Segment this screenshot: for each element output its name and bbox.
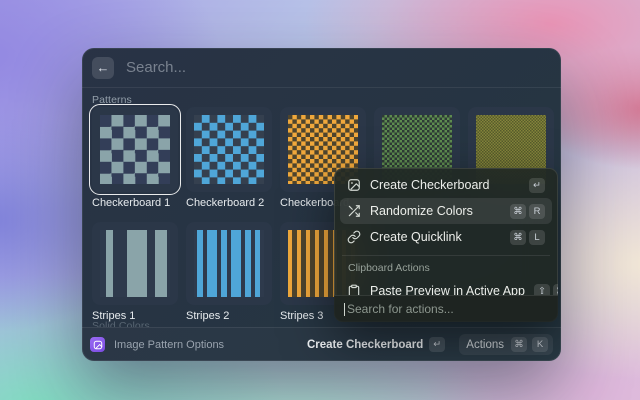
r-key-badge: R	[529, 204, 545, 219]
tile-stripes-1[interactable]	[92, 222, 178, 305]
menu-item-create-checkerboard[interactable]: Create Checkerboard ↵	[340, 172, 552, 198]
cmd-key-badge: ⌘	[510, 204, 526, 219]
actions-menu: Create Checkerboard ↵ Randomize Colors ⌘…	[334, 168, 558, 322]
tile-label: Checkerboard 2	[186, 197, 264, 209]
actions-menu-list: Create Checkerboard ↵ Randomize Colors ⌘…	[334, 168, 558, 295]
image-icon	[347, 178, 361, 192]
return-key-badge: ↵	[429, 337, 445, 352]
actions-label: Actions	[464, 339, 506, 351]
cmd-key-badge: ⌘	[553, 284, 558, 296]
image-icon	[93, 340, 103, 350]
stripes-pattern	[100, 230, 170, 297]
app-icon	[90, 337, 105, 352]
cmd-key-badge: ⌘	[511, 337, 527, 352]
return-key-badge: ↵	[529, 178, 545, 193]
menu-section-clipboard-actions: Clipboard Actions	[348, 262, 544, 274]
menu-item-randomize-colors[interactable]: Randomize Colors ⌘ R	[340, 198, 552, 224]
k-key-badge: K	[532, 337, 548, 352]
actions-search-field[interactable]: Search for actions...	[334, 295, 558, 322]
menu-item-create-quicklink[interactable]: Create Quicklink ⌘ L	[340, 224, 552, 250]
actions-button[interactable]: Actions ⌘ K	[459, 334, 553, 355]
link-icon	[347, 230, 361, 244]
back-icon: ←	[97, 60, 110, 75]
checkerboard-pattern	[100, 115, 170, 184]
primary-action-label[interactable]: Create Checkerboard	[307, 339, 423, 351]
menu-item-label: Paste Preview in Active App	[370, 284, 525, 295]
actions-search-placeholder: Search for actions...	[347, 302, 454, 316]
tile-label: Checkerboard 1	[92, 197, 170, 209]
app-name-label: Image Pattern Options	[114, 339, 224, 351]
tile-checkerboard-2[interactable]	[186, 107, 272, 192]
tile-label: Stripes 2	[186, 310, 229, 322]
search-input[interactable]	[126, 59, 551, 76]
launcher-window: ← Patterns Checkerboard 1 Checkerboard 2…	[82, 48, 561, 361]
text-cursor	[344, 303, 345, 316]
tile-stripes-2[interactable]	[186, 222, 272, 305]
tile-checkerboard-1[interactable]	[92, 107, 178, 192]
menu-item-label: Create Quicklink	[370, 230, 462, 244]
checkerboard-pattern	[194, 115, 264, 184]
tile-label: Stripes 3	[280, 310, 323, 322]
shift-key-badge: ⇧	[534, 284, 550, 296]
menu-item-paste-preview[interactable]: Paste Preview in Active App ⇧ ⌘ V	[340, 278, 552, 295]
cmd-key-badge: ⌘	[510, 230, 526, 245]
desktop-wallpaper: ← Patterns Checkerboard 1 Checkerboard 2…	[0, 0, 640, 400]
clipboard-icon	[347, 284, 361, 295]
menu-item-label: Randomize Colors	[370, 204, 473, 218]
menu-item-label: Create Checkerboard	[370, 178, 490, 192]
l-key-badge: L	[529, 230, 545, 245]
stripes-pattern	[194, 230, 264, 297]
menu-divider	[342, 255, 550, 256]
back-button[interactable]: ←	[92, 57, 114, 79]
status-bar: Image Pattern Options Create Checkerboar…	[82, 327, 561, 361]
shuffle-icon	[347, 204, 361, 218]
patterns-section-label: Patterns	[92, 94, 132, 106]
next-section-label: Solid Colors	[92, 320, 150, 327]
search-bar: ←	[82, 48, 561, 88]
